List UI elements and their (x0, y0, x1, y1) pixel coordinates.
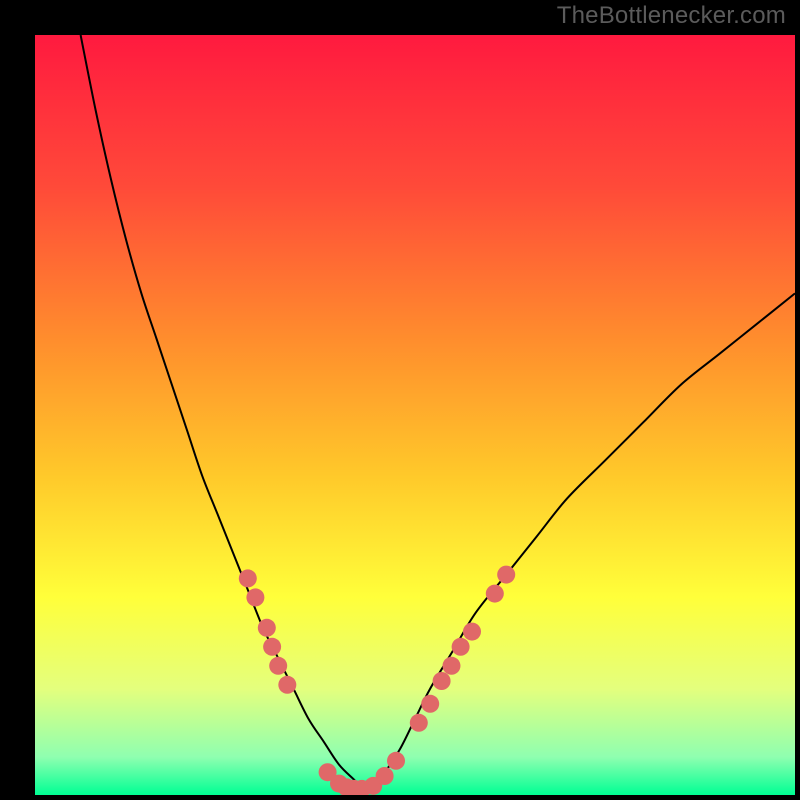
chart-root: TheBottlenecker.com (0, 0, 800, 800)
data-marker (497, 566, 515, 584)
data-marker (263, 638, 281, 656)
data-marker (376, 767, 394, 785)
bottleneck-plot (35, 35, 795, 795)
data-marker (433, 672, 451, 690)
data-marker (410, 714, 428, 732)
data-marker (246, 588, 264, 606)
data-marker (486, 585, 504, 603)
data-marker (463, 623, 481, 641)
data-marker (452, 638, 470, 656)
data-marker (421, 695, 439, 713)
gradient-background (35, 35, 795, 795)
watermark-text: TheBottlenecker.com (557, 2, 786, 30)
data-marker (239, 569, 257, 587)
data-marker (387, 752, 405, 770)
data-marker (269, 657, 287, 675)
data-marker (278, 676, 296, 694)
data-marker (442, 657, 460, 675)
data-marker (258, 619, 276, 637)
